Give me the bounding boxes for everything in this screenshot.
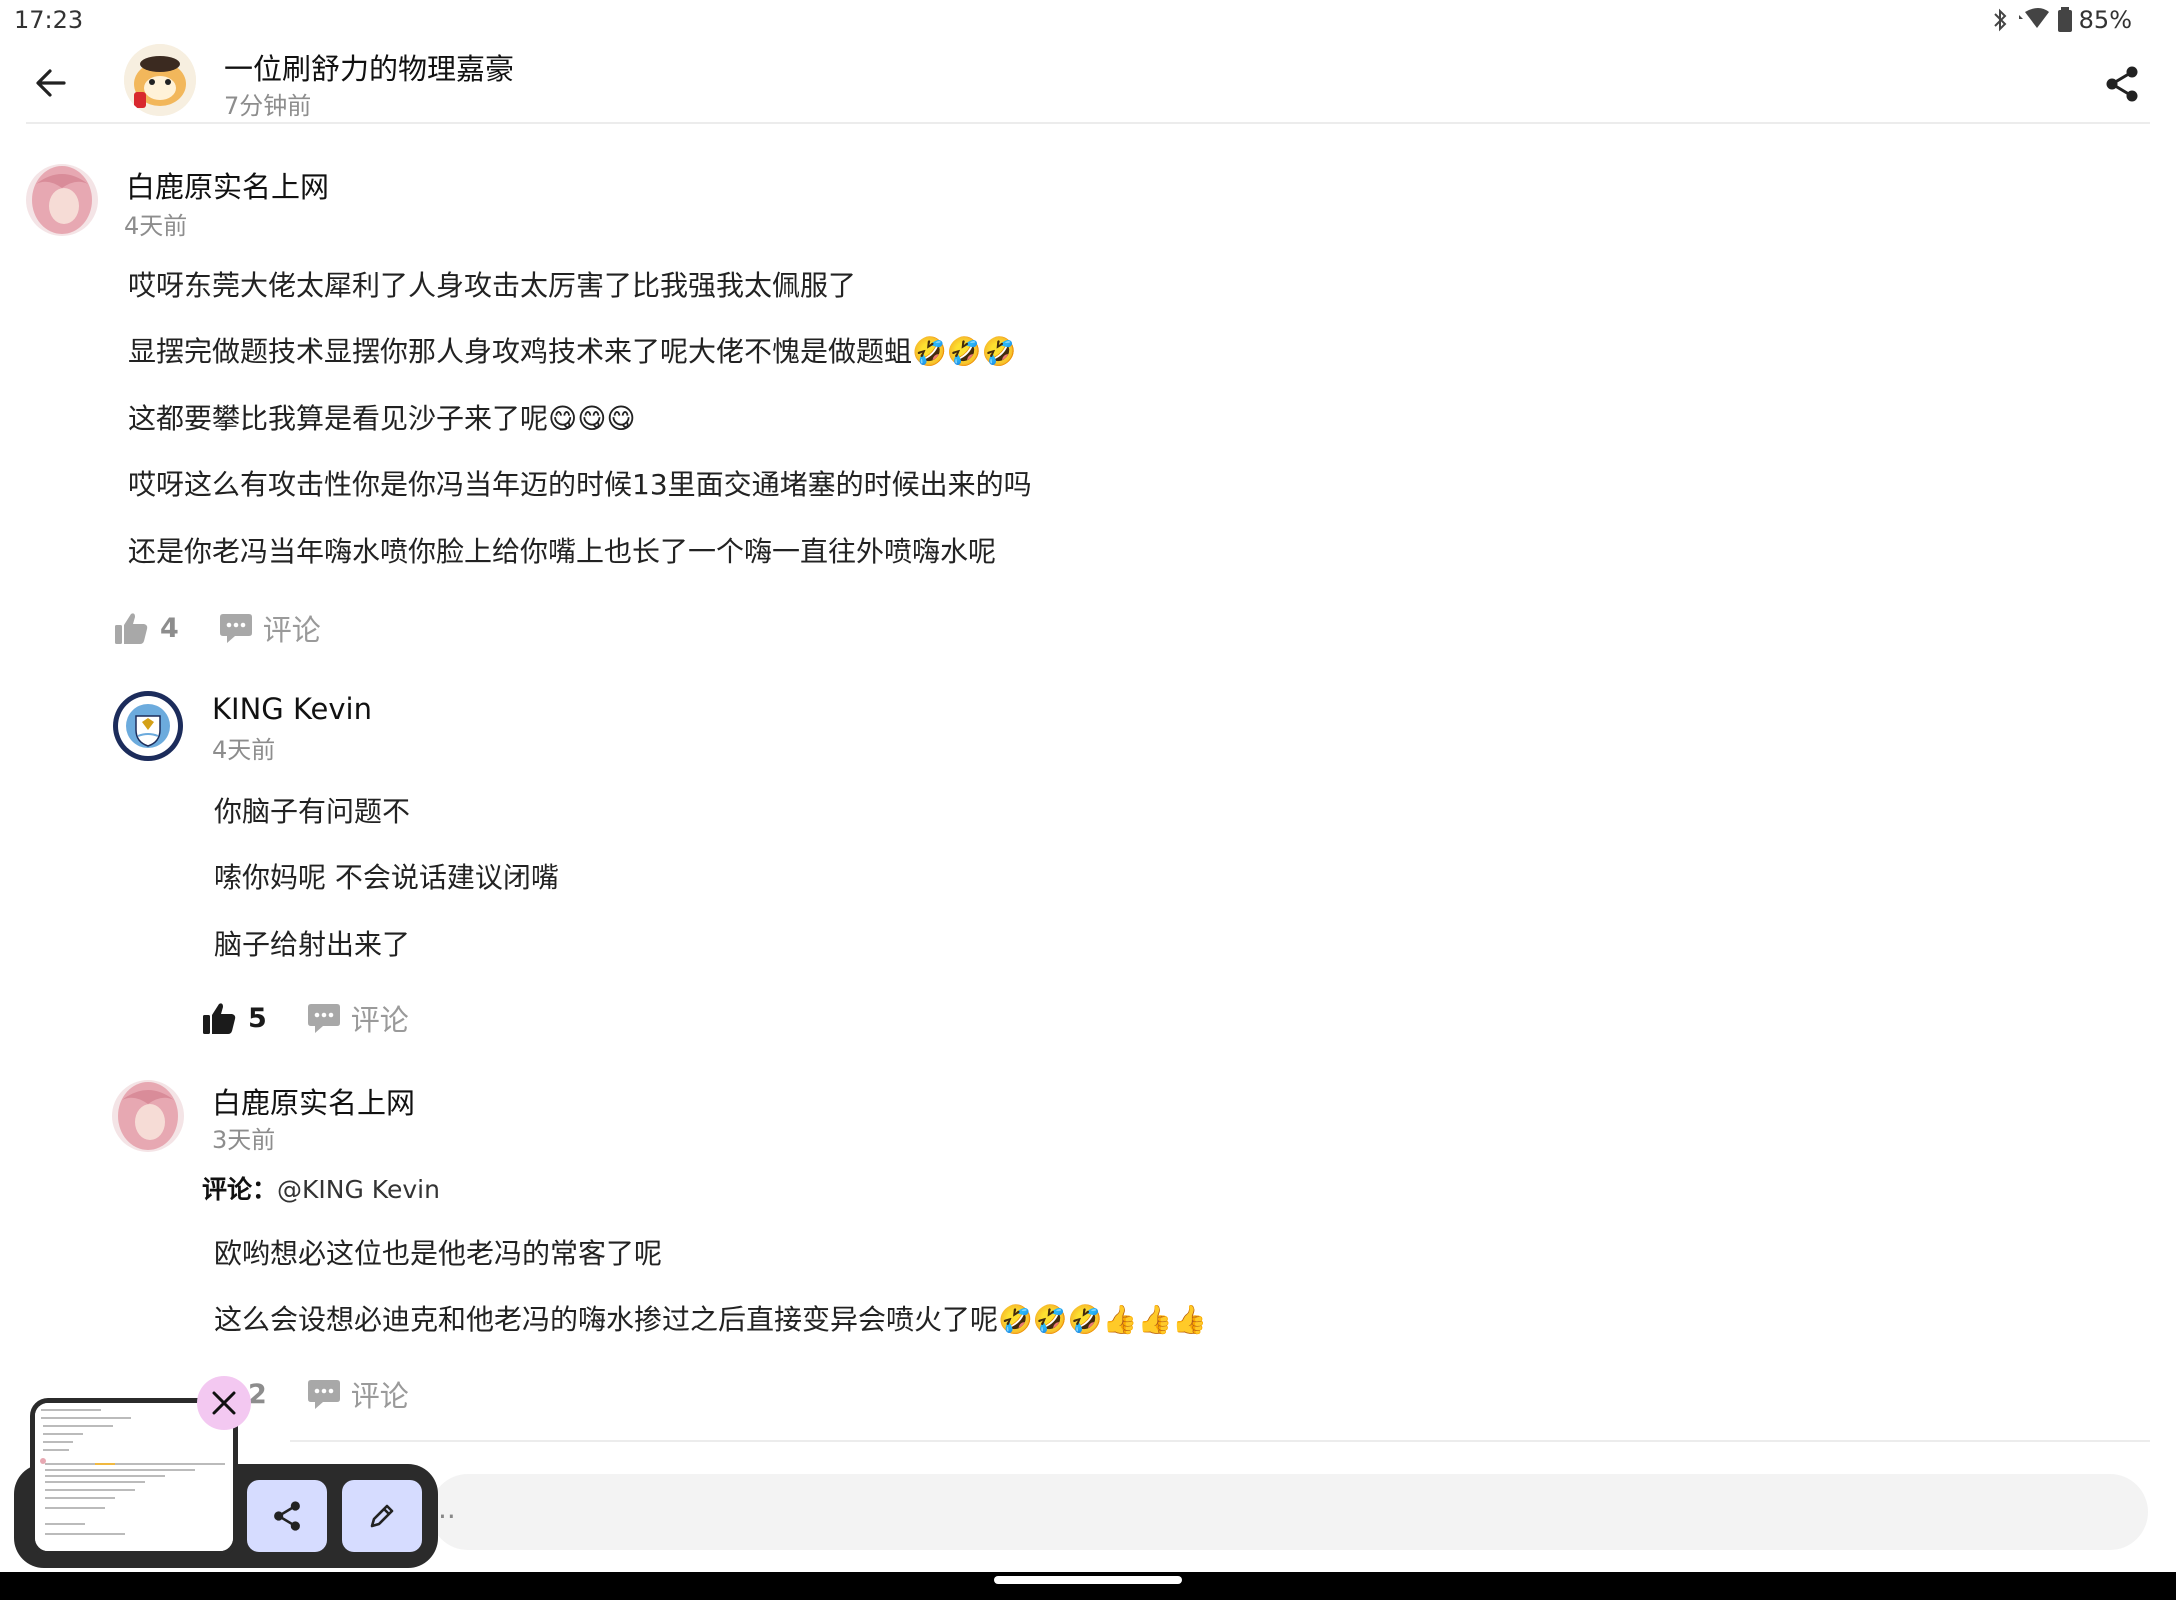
comment-actions: 5 评论 — [202, 996, 409, 1040]
battery-icon — [2057, 7, 2072, 32]
share-screenshot-button[interactable] — [247, 1480, 327, 1552]
reply-label: 评论 — [350, 1379, 409, 1413]
comment-time: 3天前 — [212, 1126, 276, 1154]
share-icon — [2106, 66, 2138, 102]
commenter-name[interactable]: KING Kevin — [212, 692, 372, 726]
reply-button[interactable]: 评论 — [307, 1373, 409, 1415]
reply-button[interactable]: 评论 — [219, 607, 321, 649]
like-count: 5 — [248, 1002, 267, 1034]
like-button[interactable]: 4 — [114, 611, 179, 645]
like-count: 4 — [160, 612, 179, 644]
arrow-left-icon — [36, 69, 66, 97]
comment-text-line: 这都要攀比我算是看见沙子来了呢😋😋😋 — [128, 402, 636, 435]
reply-label: 评论 — [350, 1003, 409, 1037]
comment-bubble-icon — [219, 614, 252, 643]
like-button[interactable]: 5 — [202, 1001, 267, 1035]
post-title: 一位刷舒力的物理嘉豪 — [224, 52, 515, 86]
thumbs-up-icon — [115, 613, 148, 644]
thumbs-up-icon — [203, 1003, 236, 1034]
comment-text-line: 欧哟想必这位也是他老冯的常客了呢 — [214, 1237, 663, 1270]
comment-bubble-icon — [307, 1004, 340, 1033]
share-icon — [274, 1501, 300, 1531]
comment-input-placeholder: .. — [438, 1492, 456, 1525]
share-button[interactable] — [2094, 56, 2150, 112]
post-time: 7分钟前 — [224, 92, 312, 120]
reply-reference: 评论：@KING Kevin — [202, 1170, 440, 1206]
commenter-avatar[interactable] — [112, 1080, 184, 1152]
club-crest-avatar — [113, 691, 183, 761]
comment-actions: 4 评论 — [114, 606, 321, 650]
reply-target[interactable]: @KING Kevin — [277, 1175, 440, 1204]
comment-bubble-icon — [307, 1380, 340, 1409]
comment-input[interactable]: .. — [430, 1474, 2148, 1550]
comment-text-line: 这么会设想必迪克和他老冯的嗨水掺过之后直接变异会喷火了呢🤣🤣🤣👍👍👍 — [214, 1303, 1208, 1336]
cartoon-avatar — [124, 44, 196, 116]
status-bar: 17:23 85% — [0, 0, 2176, 44]
edit-screenshot-button[interactable] — [342, 1480, 422, 1552]
pencil-icon — [370, 1504, 394, 1528]
battery-percent: 85% — [2078, 6, 2132, 34]
input-divider — [290, 1440, 2150, 1442]
author-avatar[interactable] — [124, 44, 196, 116]
anime-avatar — [112, 1080, 184, 1152]
commenter-name[interactable]: 白鹿原实名上网 — [212, 1080, 415, 1122]
back-button[interactable] — [24, 56, 78, 110]
anime-avatar — [26, 164, 98, 236]
commenter-avatar[interactable] — [26, 164, 98, 236]
comment-time: 4天前 — [124, 212, 188, 240]
reply-label: 评论 — [262, 613, 321, 647]
screenshot-preview — [35, 1403, 233, 1551]
comment-text-line: 还是你老冯当年嗨水喷你脸上给你嘴上也长了一个嗨一直往外喷嗨水呢 — [128, 535, 997, 568]
status-icons: 85% — [1991, 6, 2132, 34]
comment-text-line: 哎呀这么有攻击性你是你冯当年迈的时候13里面交通堵塞的时候出来的吗 — [128, 468, 1032, 501]
comment-text-line: 哎呀东莞大佬太犀利了人身攻击太厉害了比我强我太佩服了 — [128, 269, 857, 302]
close-icon — [212, 1391, 236, 1415]
close-screenshot-button[interactable] — [197, 1376, 251, 1430]
comment-text-line: 脑子给射出来了 — [214, 928, 411, 961]
commenter-avatar[interactable] — [112, 690, 184, 762]
wifi-icon — [2018, 8, 2049, 28]
comment-text-line: 你脑子有问题不 — [214, 795, 411, 828]
commenter-name[interactable]: 白鹿原实名上网 — [126, 164, 329, 206]
status-time: 17:23 — [14, 6, 84, 34]
bluetooth-icon — [1993, 8, 2007, 32]
comment-text-line: 显摆完做题技术显摆你那人身攻鸡技术来了呢大佬不愧是做题蛆🤣🤣🤣 — [128, 335, 1017, 368]
comment-text-line: 嗦你妈呢 不会说话建议闭嘴 — [214, 861, 559, 894]
comment-time: 4天前 — [212, 736, 276, 764]
reply-prefix: 评论： — [202, 1175, 278, 1204]
header-divider — [26, 122, 2150, 124]
home-gesture-handle[interactable] — [994, 1576, 1182, 1584]
reply-button[interactable]: 评论 — [307, 997, 409, 1039]
app-header: 一位刷舒力的物理嘉豪 7分钟前 — [0, 44, 2176, 124]
